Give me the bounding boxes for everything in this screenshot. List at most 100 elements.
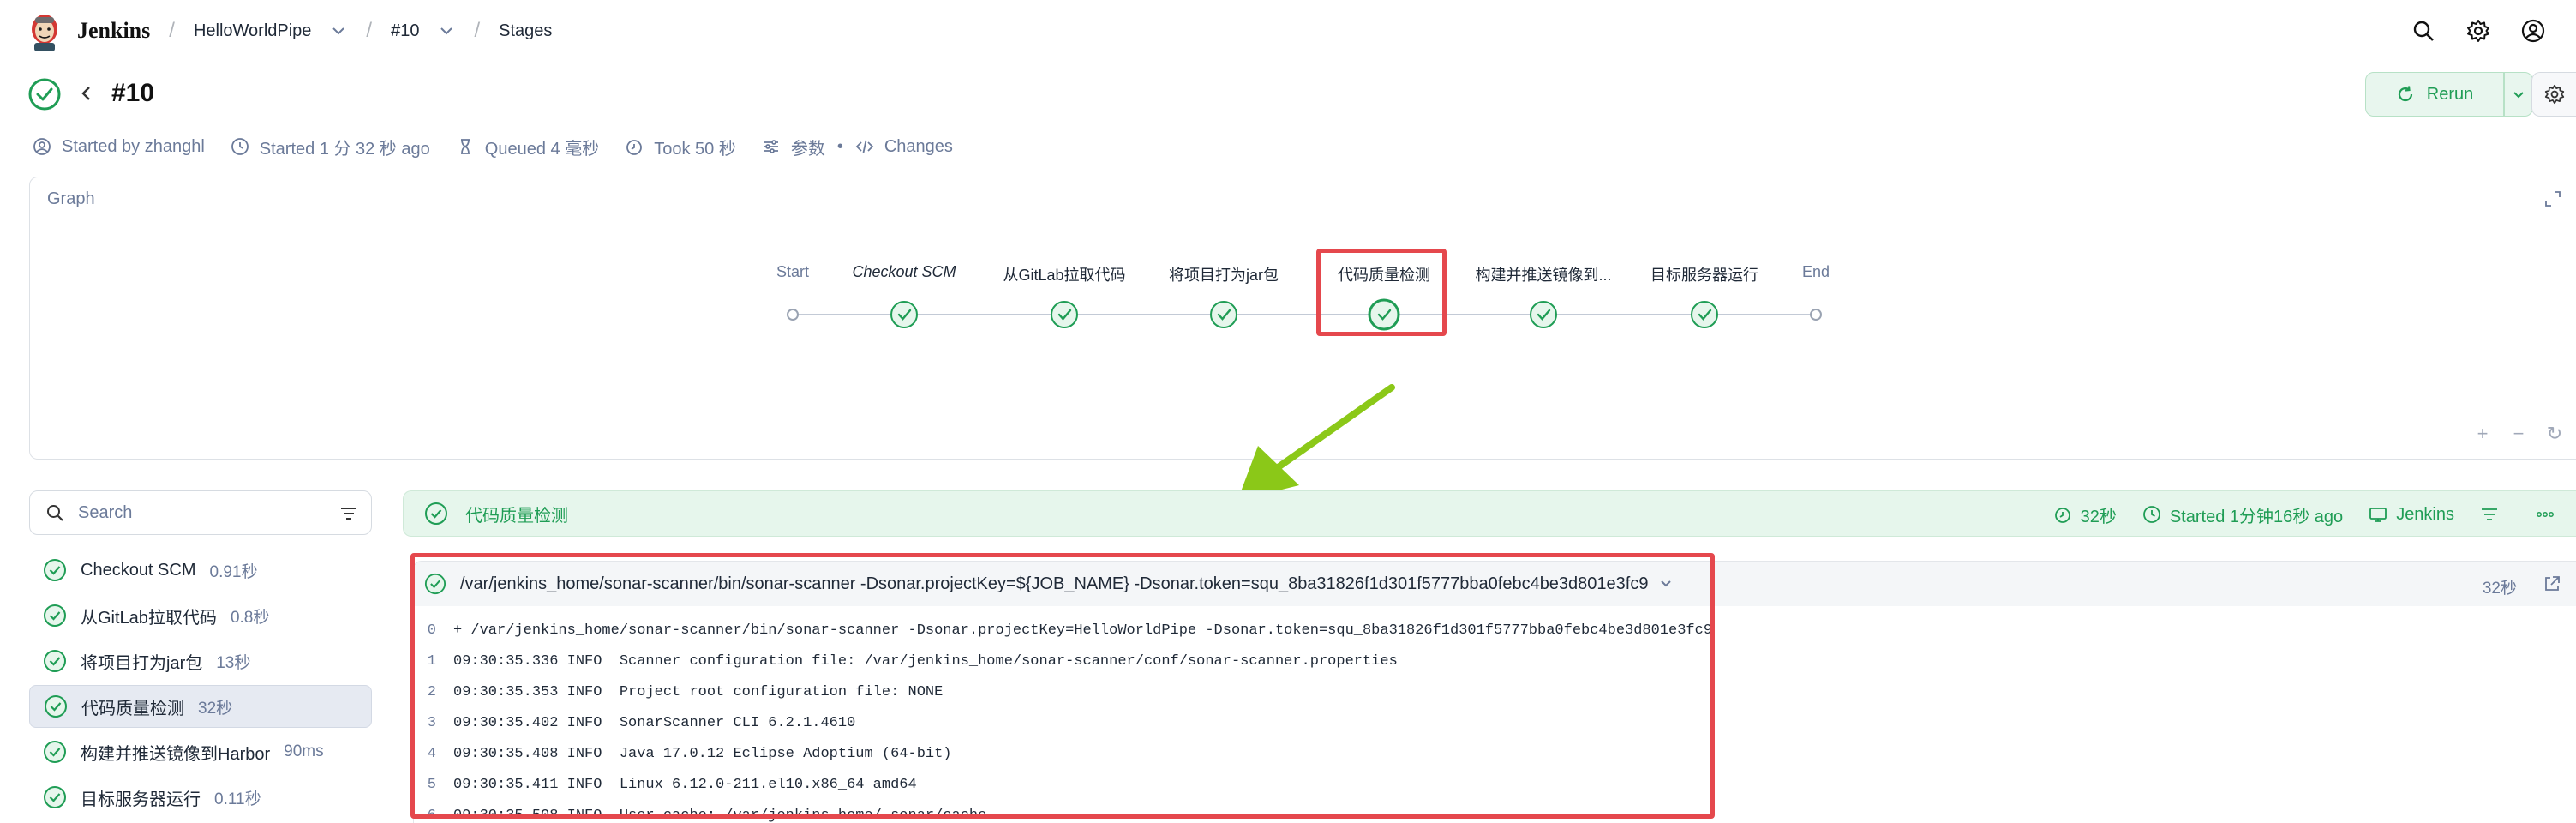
more-options-button[interactable] [2533, 505, 2566, 524]
check-circle-icon [44, 604, 66, 627]
zoom-in-icon[interactable]: + [2473, 424, 2492, 443]
stage-node[interactable] [1691, 301, 1718, 328]
stage-label: Start [776, 263, 810, 280]
page-title: #10 [111, 79, 155, 107]
meta-changes[interactable]: Changes [855, 137, 953, 157]
stage-label[interactable]: 目标服务器运行 [1650, 263, 1758, 285]
zoom-out-icon[interactable]: − [2509, 424, 2528, 443]
stage-node[interactable] [1210, 301, 1237, 328]
clock-icon [2142, 506, 2160, 523]
check-circle-icon [425, 502, 447, 525]
check-circle-icon [44, 741, 66, 763]
stage-label[interactable]: Checkout SCM [852, 263, 956, 281]
rerun-button[interactable]: Rerun [2365, 72, 2504, 117]
annotation-box-log [410, 553, 1715, 819]
stage-list-item[interactable]: 从GitLab拉取代码 0.8秒 [29, 594, 372, 637]
clock-icon [231, 138, 249, 155]
stage-list-label: 目标服务器运行 [81, 790, 201, 809]
chevron-left-icon[interactable] [77, 84, 96, 103]
stage-list-item[interactable]: 构建并推送镜像到Harbor 90ms [29, 730, 372, 773]
run-settings-button[interactable] [2531, 72, 2576, 117]
stage-list-label: 代码质量检测 [81, 699, 184, 718]
timer-icon [2054, 508, 2070, 523]
user-icon[interactable] [2521, 19, 2545, 43]
stage-list-item[interactable]: 目标服务器运行 0.11秒 [29, 776, 372, 819]
breadcrumb-stages[interactable]: Stages [499, 21, 552, 41]
meta-started: Started 1 分 32 秒 ago [231, 135, 430, 159]
stage-node[interactable] [1051, 301, 1078, 328]
jenkins-logo[interactable] [27, 10, 62, 51]
stage-list: Checkout SCM 0.91秒从GitLab拉取代码 0.8秒将项目打为jar… [29, 549, 372, 821]
stage-list-duration: 0.8秒 [230, 608, 270, 627]
stage-search-input[interactable] [78, 502, 318, 523]
user-circle-icon [33, 138, 51, 155]
stage-label: End [1801, 263, 1830, 280]
stage-list-item[interactable]: 代码质量检测 32秒 [29, 685, 372, 728]
gear-icon[interactable] [2466, 19, 2490, 43]
stage-label[interactable]: 将项目打为jar包 [1169, 263, 1279, 285]
meta-separator: • [836, 136, 843, 156]
external-link-icon[interactable] [2543, 574, 2561, 593]
jenkins-page: Jenkins / HelloWorldPipe / #10 / Stages … [0, 0, 2576, 823]
breadcrumb-separator: / [474, 19, 481, 42]
run-header: #10 Rerun [0, 72, 2576, 120]
check-circle-icon [45, 695, 67, 718]
rerun-dropdown-button[interactable] [2504, 72, 2533, 117]
log-filter-button[interactable] [2480, 505, 2507, 524]
stage-agent[interactable]: Jenkins [2369, 505, 2454, 525]
run-meta: Started by zhanghl Started 1 分 32 秒 ago … [33, 134, 979, 159]
reset-zoom-icon[interactable]: ↻ [2545, 424, 2564, 443]
stage-list-item[interactable]: Checkout SCM 0.91秒 [29, 549, 372, 592]
breadcrumb-separator: / [169, 19, 175, 42]
stage-node[interactable] [890, 301, 918, 328]
stage-search [29, 490, 372, 535]
chevron-down-icon[interactable] [438, 22, 455, 39]
check-circle-icon [44, 786, 66, 808]
stage-node [1810, 309, 1822, 321]
step-duration: 32秒 [2482, 580, 2517, 598]
app-name[interactable]: Jenkins [77, 18, 150, 44]
rerun-label: Rerun [2426, 84, 2474, 104]
stage-list-duration: 13秒 [216, 653, 251, 672]
breadcrumb-run[interactable]: #10 [391, 21, 419, 41]
stage-list-label: 将项目打为jar包 [81, 653, 203, 673]
graph-zoom-tools: + − ↻ [2456, 424, 2564, 443]
stage-list-item[interactable]: 将项目打为jar包 13秒 [29, 640, 372, 682]
top-actions [2411, 0, 2576, 62]
stage-list-duration: 0.91秒 [209, 562, 258, 581]
check-circle-icon [44, 559, 66, 581]
chevron-down-icon [2513, 92, 2524, 99]
stage-list-duration: 90ms [284, 742, 324, 760]
stage-node [787, 309, 799, 321]
code-icon [855, 140, 874, 153]
refresh-icon [2398, 86, 2412, 102]
stage-node[interactable] [1530, 301, 1557, 328]
search-icon[interactable] [2411, 19, 2435, 43]
breadcrumb-separator: / [366, 19, 373, 42]
stage-duration: 32秒 [2053, 502, 2117, 527]
gear-icon [2544, 84, 2564, 105]
sliders-icon [764, 140, 778, 153]
filter-icon[interactable] [338, 503, 359, 524]
stage-list-label: 从GitLab拉取代码 [81, 608, 217, 628]
stage-list-label: 构建并推送镜像到Harbor [81, 744, 271, 764]
meta-took: Took 50 秒 [625, 135, 736, 159]
meta-params[interactable]: 参数 [762, 135, 825, 159]
more-horizontal-icon [2537, 512, 2554, 517]
stage-label[interactable]: 构建并推送镜像到... [1475, 263, 1611, 285]
stage-label[interactable]: 从GitLab拉取代码 [1003, 263, 1125, 285]
stage-detail-header: 代码质量检测 32秒 Started 1分钟16秒 ago Jenkins [403, 490, 2576, 537]
stage-started: Started 1分钟16秒 ago [2142, 502, 2343, 527]
stage-list-duration: 0.11秒 [214, 790, 261, 808]
chevron-down-icon[interactable] [330, 22, 347, 39]
stage-list-duration: 32秒 [198, 699, 233, 718]
hourglass-icon [460, 139, 470, 154]
search-icon [47, 505, 63, 521]
check-circle-icon [44, 650, 66, 672]
breadcrumb-job[interactable]: HelloWorldPipe [194, 21, 311, 41]
monitor-icon [2369, 508, 2387, 522]
check-circle-icon [28, 78, 61, 111]
rerun-group: Rerun [2365, 72, 2533, 117]
annotation-box-stage [1316, 249, 1447, 336]
stage-detail-meta: 32秒 Started 1分钟16秒 ago Jenkins [2053, 491, 2576, 538]
